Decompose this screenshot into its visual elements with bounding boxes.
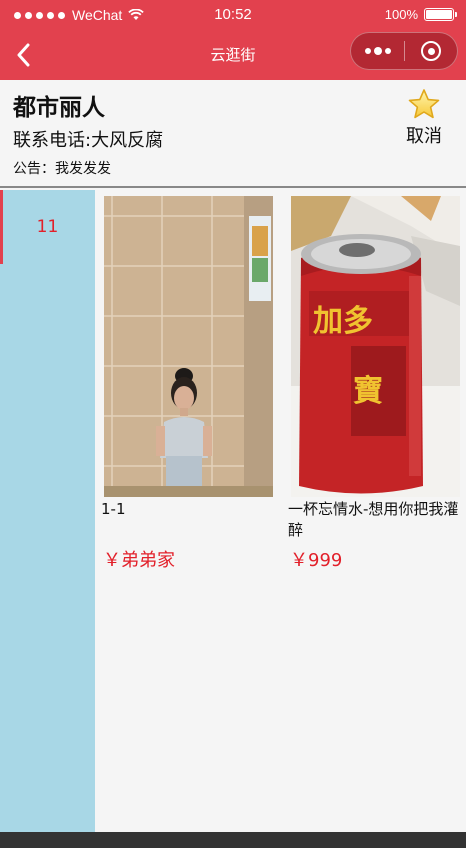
favorite-label: 取消 [406, 126, 442, 147]
product-card[interactable]: 加多 寶 一杯忘情水-想用你把我灌醉 ￥999 [288, 196, 464, 572]
shop-header: 都市丽人 联系电话:大风反腐 公告：我发发发 取消 [0, 80, 466, 188]
svg-text:加多: 加多 [313, 304, 373, 339]
battery-status: 100% [384, 7, 457, 22]
svg-text:寶: 寶 [353, 374, 383, 409]
shop-notice: 公告：我发发发 [13, 161, 111, 177]
category-sidebar: 11 [0, 190, 95, 832]
bottom-strip [0, 832, 466, 848]
product-name: 1-1 [101, 500, 126, 518]
product-image-drink-can: 加多 寶 [291, 196, 460, 497]
status-bar: WeChat 10:52 100% [0, 0, 466, 30]
mini-program-capsule [350, 32, 458, 70]
product-price: ￥999 [290, 550, 343, 571]
more-icon [364, 48, 371, 54]
product-price: ￥弟弟家 [103, 550, 175, 571]
battery-percent: 100% [384, 7, 418, 22]
shop-name: 都市丽人 [13, 95, 105, 121]
favorite-button[interactable]: 取消 [402, 88, 446, 148]
close-mini-program-icon [421, 41, 441, 61]
battery-fill [426, 10, 452, 19]
battery-icon [424, 8, 457, 21]
navigation-bar: 云逛街 [0, 30, 466, 80]
sidebar-item-11[interactable]: 11 [0, 190, 95, 264]
close-mini-program-button[interactable] [405, 33, 457, 69]
sidebar-item-label: 11 [36, 217, 59, 237]
product-name: 一杯忘情水-想用你把我灌醉 [288, 500, 459, 539]
more-button[interactable] [351, 33, 404, 69]
product-image-girl [104, 196, 273, 497]
more-icon [373, 47, 382, 55]
shop-phone: 联系电话:大风反腐 [13, 130, 164, 151]
product-card[interactable]: 1-1 ￥弟弟家 [101, 196, 277, 572]
star-icon [408, 89, 440, 119]
more-icon [384, 48, 391, 54]
